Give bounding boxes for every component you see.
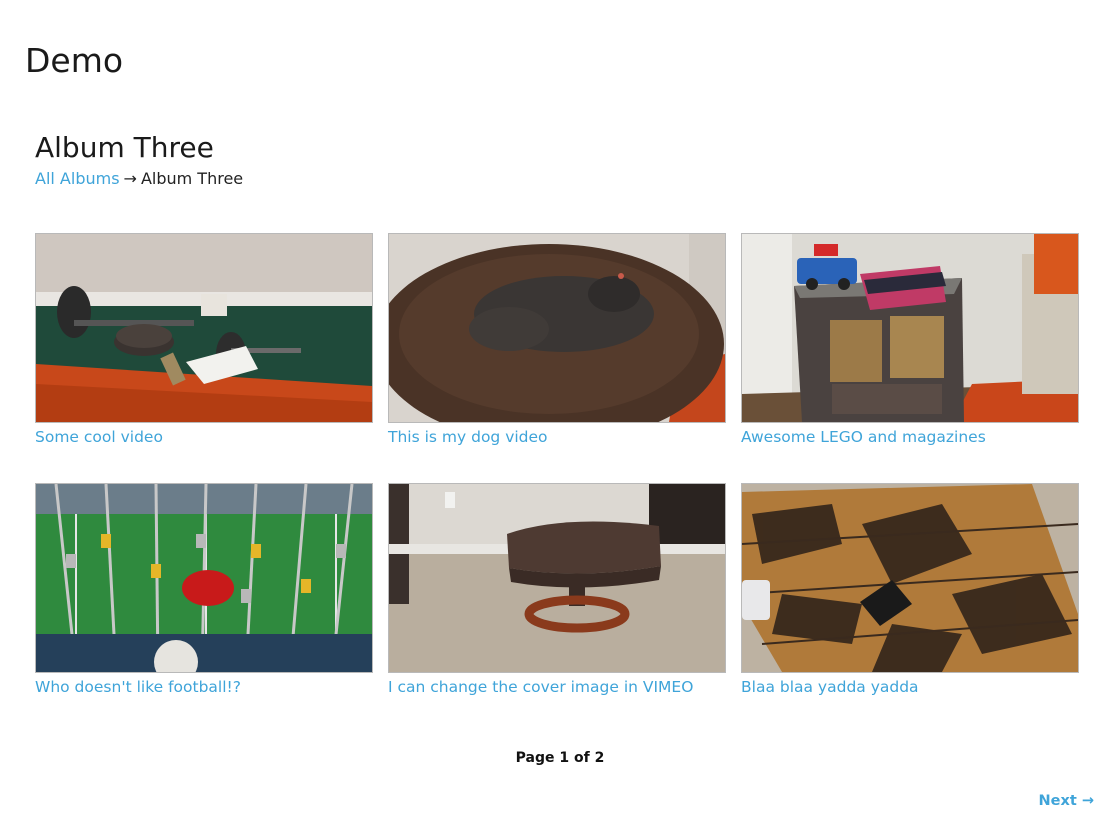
video-thumbnail[interactable] — [35, 483, 373, 673]
video-thumbnail[interactable] — [741, 233, 1079, 423]
breadcrumb: All Albums → Album Three — [35, 168, 243, 190]
pagination-status: Page 1 of 2 — [515, 750, 605, 766]
video-caption[interactable]: Blaa blaa yadda yadda — [741, 677, 1079, 697]
video-card[interactable]: Awesome LEGO and magazines — [741, 233, 1079, 447]
album-title: Album Three — [35, 131, 214, 164]
video-card[interactable]: Who doesn't like football!? — [35, 483, 373, 697]
next-page-link[interactable]: Next → — [1039, 793, 1094, 809]
video-card[interactable]: I can change the cover image in VIMEO — [388, 483, 726, 697]
site-title[interactable]: Demo — [25, 38, 123, 84]
video-caption[interactable]: Who doesn't like football!? — [35, 677, 373, 697]
video-caption[interactable]: This is my dog video — [388, 427, 726, 447]
video-caption[interactable]: I can change the cover image in VIMEO — [388, 677, 726, 697]
video-card[interactable]: Blaa blaa yadda yadda — [741, 483, 1079, 697]
breadcrumb-current: Album Three — [140, 169, 244, 188]
video-card[interactable]: This is my dog video — [388, 233, 726, 447]
breadcrumb-all-albums-link[interactable]: All Albums — [35, 169, 120, 188]
album-page: Demo Album Three All Albums → Album Three — [0, 0, 1120, 820]
video-thumbnail[interactable] — [388, 483, 726, 673]
video-caption[interactable]: Some cool video — [35, 427, 373, 447]
breadcrumb-separator: → — [123, 169, 137, 188]
video-thumbnail[interactable] — [741, 483, 1079, 673]
video-grid: Some cool video This is my dog video Awe… — [35, 233, 1079, 697]
video-thumbnail[interactable] — [388, 233, 726, 423]
video-thumbnail[interactable] — [35, 233, 373, 423]
video-caption[interactable]: Awesome LEGO and magazines — [741, 427, 1079, 447]
video-card[interactable]: Some cool video — [35, 233, 373, 447]
